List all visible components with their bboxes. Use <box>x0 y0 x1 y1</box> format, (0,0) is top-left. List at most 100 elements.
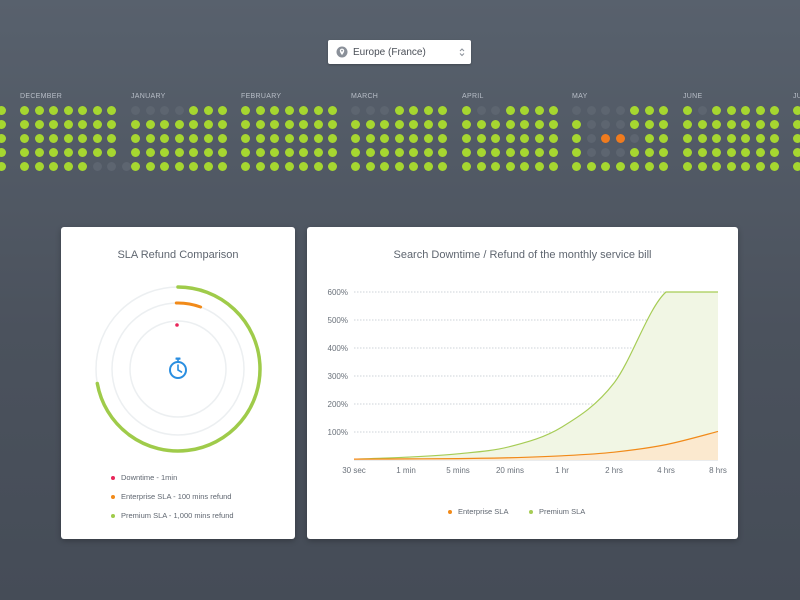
day-status-dot[interactable] <box>365 148 375 157</box>
day-status-dot[interactable] <box>160 148 169 157</box>
day-status-dot[interactable] <box>423 106 433 115</box>
day-status-dot[interactable] <box>534 120 544 129</box>
day-status-dot[interactable] <box>520 106 529 115</box>
day-status-dot[interactable] <box>491 134 500 143</box>
day-status-dot[interactable] <box>131 134 140 143</box>
day-status-dot[interactable] <box>394 120 404 129</box>
day-status-dot[interactable] <box>174 120 184 129</box>
day-status-dot[interactable] <box>328 134 337 143</box>
day-status-dot[interactable] <box>380 162 389 171</box>
day-status-dot[interactable] <box>712 134 721 143</box>
day-status-dot[interactable] <box>520 162 529 171</box>
day-status-dot[interactable] <box>131 162 140 171</box>
day-status-dot[interactable] <box>20 148 29 157</box>
day-status-dot[interactable] <box>380 106 389 115</box>
day-status-dot[interactable] <box>726 162 736 171</box>
day-status-dot[interactable] <box>351 120 360 129</box>
day-status-dot[interactable] <box>601 106 610 115</box>
day-status-dot[interactable] <box>644 120 654 129</box>
day-status-dot[interactable] <box>313 148 323 157</box>
day-status-dot[interactable] <box>741 120 750 129</box>
day-status-dot[interactable] <box>586 120 596 129</box>
day-status-dot[interactable] <box>145 120 155 129</box>
day-status-dot[interactable] <box>328 148 337 157</box>
day-status-dot[interactable] <box>755 134 765 143</box>
day-status-dot[interactable] <box>505 120 515 129</box>
day-status-dot[interactable] <box>615 148 625 157</box>
day-status-dot[interactable] <box>409 134 418 143</box>
day-status-dot[interactable] <box>0 162 6 171</box>
day-status-dot[interactable] <box>491 148 500 157</box>
day-status-dot[interactable] <box>520 120 529 129</box>
day-status-dot[interactable] <box>793 106 800 115</box>
day-status-dot[interactable] <box>92 162 102 171</box>
day-status-dot[interactable] <box>491 120 500 129</box>
day-status-dot[interactable] <box>409 148 418 157</box>
day-status-dot[interactable] <box>131 148 140 157</box>
day-status-dot[interactable] <box>438 148 447 157</box>
day-status-dot[interactable] <box>365 134 375 143</box>
day-status-dot[interactable] <box>586 106 596 115</box>
day-status-dot[interactable] <box>0 106 6 115</box>
day-status-dot[interactable] <box>218 162 227 171</box>
day-status-dot[interactable] <box>107 134 116 143</box>
day-status-dot[interactable] <box>755 106 765 115</box>
day-status-dot[interactable] <box>601 162 610 171</box>
day-status-dot[interactable] <box>476 106 486 115</box>
day-status-dot[interactable] <box>145 162 155 171</box>
day-status-dot[interactable] <box>328 106 337 115</box>
day-status-dot[interactable] <box>189 134 198 143</box>
day-status-dot[interactable] <box>534 148 544 157</box>
day-status-dot[interactable] <box>284 120 294 129</box>
day-status-dot[interactable] <box>683 120 692 129</box>
day-status-dot[interactable] <box>270 106 279 115</box>
day-status-dot[interactable] <box>313 134 323 143</box>
day-status-dot[interactable] <box>726 148 736 157</box>
day-status-dot[interactable] <box>438 106 447 115</box>
day-status-dot[interactable] <box>365 120 375 129</box>
day-status-dot[interactable] <box>218 106 227 115</box>
day-status-dot[interactable] <box>770 162 779 171</box>
day-status-dot[interactable] <box>462 162 471 171</box>
day-status-dot[interactable] <box>712 162 721 171</box>
day-status-dot[interactable] <box>438 162 447 171</box>
day-status-dot[interactable] <box>160 106 169 115</box>
day-status-dot[interactable] <box>49 106 58 115</box>
day-status-dot[interactable] <box>174 148 184 157</box>
day-status-dot[interactable] <box>174 134 184 143</box>
day-status-dot[interactable] <box>644 148 654 157</box>
day-status-dot[interactable] <box>793 162 800 171</box>
day-status-dot[interactable] <box>615 106 625 115</box>
day-status-dot[interactable] <box>741 106 750 115</box>
day-status-dot[interactable] <box>409 162 418 171</box>
day-status-dot[interactable] <box>145 148 155 157</box>
day-status-dot[interactable] <box>423 162 433 171</box>
day-status-dot[interactable] <box>284 134 294 143</box>
day-status-dot[interactable] <box>34 162 44 171</box>
day-status-dot[interactable] <box>284 148 294 157</box>
day-status-dot[interactable] <box>505 106 515 115</box>
day-status-dot[interactable] <box>131 106 140 115</box>
day-status-dot[interactable] <box>63 162 73 171</box>
day-status-dot[interactable] <box>49 134 58 143</box>
day-status-dot[interactable] <box>770 148 779 157</box>
day-status-dot[interactable] <box>92 120 102 129</box>
day-status-dot[interactable] <box>365 162 375 171</box>
day-status-dot[interactable] <box>712 148 721 157</box>
day-status-dot[interactable] <box>174 106 184 115</box>
day-status-dot[interactable] <box>601 148 610 157</box>
day-status-dot[interactable] <box>630 120 639 129</box>
day-status-dot[interactable] <box>255 120 265 129</box>
day-status-dot[interactable] <box>712 106 721 115</box>
day-status-dot[interactable] <box>218 120 227 129</box>
day-status-dot[interactable] <box>726 120 736 129</box>
day-status-dot[interactable] <box>160 162 169 171</box>
day-status-dot[interactable] <box>63 148 73 157</box>
day-status-dot[interactable] <box>615 134 625 143</box>
day-status-dot[interactable] <box>572 106 581 115</box>
day-status-dot[interactable] <box>549 134 558 143</box>
day-status-dot[interactable] <box>423 148 433 157</box>
day-status-dot[interactable] <box>241 134 250 143</box>
day-status-dot[interactable] <box>520 148 529 157</box>
day-status-dot[interactable] <box>20 106 29 115</box>
